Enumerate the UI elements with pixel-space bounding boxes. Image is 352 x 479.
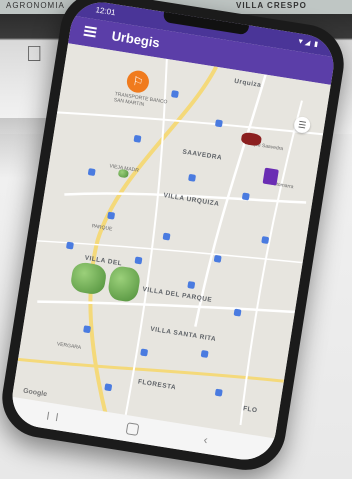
transit-icon[interactable] bbox=[162, 232, 171, 241]
transit-icon[interactable] bbox=[65, 241, 74, 250]
transit-icon[interactable] bbox=[213, 254, 222, 263]
transit-icon[interactable] bbox=[188, 173, 197, 182]
recent-apps-icon[interactable] bbox=[46, 411, 59, 422]
status-icons: ▼◢ ▮ bbox=[296, 38, 320, 49]
app-title: Urbegis bbox=[110, 28, 161, 51]
home-icon[interactable] bbox=[125, 422, 140, 436]
place-marker[interactable] bbox=[262, 167, 279, 186]
transit-icon[interactable] bbox=[87, 168, 96, 177]
map-view[interactable]: ⚐ ☰ Urquiza SAAVEDRA VILLA URQUIZA VILLA… bbox=[12, 43, 331, 439]
transit-icon[interactable] bbox=[134, 256, 143, 265]
transit-icon[interactable] bbox=[83, 325, 92, 334]
transit-icon[interactable] bbox=[214, 388, 223, 397]
park-marker[interactable] bbox=[117, 168, 129, 179]
transit-icon[interactable] bbox=[133, 134, 142, 143]
transit-icon[interactable] bbox=[104, 383, 113, 392]
back-icon[interactable]: ‹ bbox=[203, 432, 209, 446]
transit-icon[interactable] bbox=[261, 236, 270, 245]
transit-icon[interactable] bbox=[107, 211, 116, 220]
background-top-left-text: AGRONOMIA bbox=[6, 1, 65, 10]
status-time: 12:01 bbox=[94, 5, 117, 18]
apple-logo-icon:  bbox=[26, 42, 48, 66]
transit-icon[interactable] bbox=[170, 90, 179, 99]
background-top-right-text: VILLA CRESPO bbox=[236, 1, 307, 10]
transit-icon[interactable] bbox=[214, 119, 223, 128]
transit-icon[interactable] bbox=[187, 281, 196, 290]
transit-icon[interactable] bbox=[200, 349, 209, 358]
transit-icon[interactable] bbox=[140, 348, 149, 357]
transit-icon[interactable] bbox=[241, 192, 250, 201]
menu-icon[interactable] bbox=[83, 25, 97, 38]
transit-icon[interactable] bbox=[233, 308, 242, 317]
